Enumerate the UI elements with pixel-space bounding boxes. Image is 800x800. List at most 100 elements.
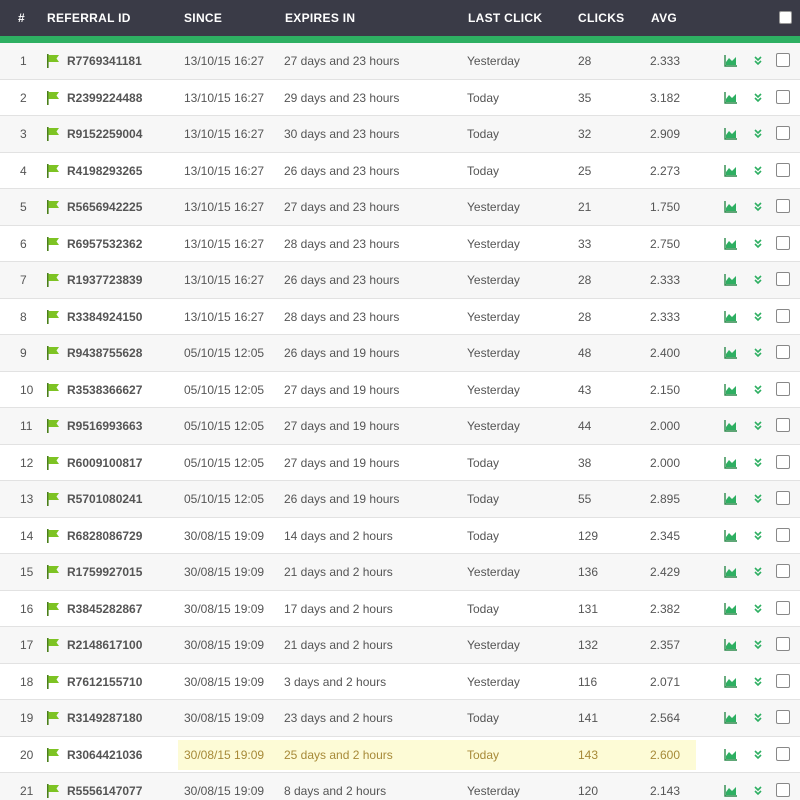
- row-checkbox[interactable]: [776, 89, 790, 104]
- flag-icon[interactable]: [46, 492, 60, 506]
- row-checkbox[interactable]: [776, 272, 790, 286]
- double-chevron-down-icon[interactable]: [752, 529, 764, 543]
- table-row[interactable]: 20 R3064421036 30/08/15 19:09 25 days an…: [0, 736, 800, 773]
- row-checkbox[interactable]: [776, 600, 790, 615]
- flag-icon[interactable]: [46, 273, 60, 287]
- area-chart-icon[interactable]: [724, 602, 738, 615]
- double-chevron-down-icon[interactable]: [752, 164, 764, 178]
- flag-icon[interactable]: [46, 747, 60, 762]
- row-checkbox[interactable]: [776, 53, 790, 67]
- table-row[interactable]: 12 R6009100817 05/10/15 12:05 27 days an…: [0, 444, 800, 481]
- area-chart-icon[interactable]: [724, 237, 738, 250]
- flag-icon[interactable]: [46, 711, 60, 725]
- table-row[interactable]: 11 R9516993663 05/10/15 12:05 27 days an…: [0, 408, 800, 445]
- row-checkbox[interactable]: [776, 710, 790, 724]
- flag-icon[interactable]: [46, 528, 60, 543]
- flag-icon[interactable]: [46, 455, 60, 470]
- area-chart-icon[interactable]: [724, 420, 738, 432]
- table-row[interactable]: 15 R1759927015 30/08/15 19:09 21 days an…: [0, 554, 800, 591]
- row-checkbox[interactable]: [776, 308, 790, 323]
- flag-icon[interactable]: [46, 90, 60, 105]
- table-row[interactable]: 17 R2148617100 30/08/15 19:09 21 days an…: [0, 627, 800, 664]
- double-chevron-down-icon[interactable]: [752, 784, 764, 798]
- row-checkbox[interactable]: [776, 491, 790, 505]
- area-chart-icon[interactable]: [724, 675, 738, 688]
- double-chevron-down-icon[interactable]: [752, 200, 764, 214]
- area-chart-icon[interactable]: [724, 566, 738, 578]
- double-chevron-down-icon[interactable]: [752, 419, 764, 433]
- flag-icon[interactable]: [46, 200, 60, 214]
- row-checkbox[interactable]: [776, 381, 790, 396]
- table-row[interactable]: 9 R9438755628 05/10/15 12:05 26 days and…: [0, 335, 800, 372]
- area-chart-icon[interactable]: [724, 383, 738, 396]
- double-chevron-down-icon[interactable]: [752, 237, 764, 251]
- double-chevron-down-icon[interactable]: [752, 492, 764, 506]
- double-chevron-down-icon[interactable]: [752, 383, 764, 397]
- area-chart-icon[interactable]: [724, 456, 738, 469]
- table-row[interactable]: 5 R5656942225 13/10/15 16:27 27 days and…: [0, 189, 800, 226]
- select-all-checkbox[interactable]: [779, 11, 792, 24]
- row-checkbox[interactable]: [776, 235, 790, 250]
- row-checkbox[interactable]: [776, 783, 790, 797]
- table-row[interactable]: 2 R2399224488 13/10/15 16:27 29 days and…: [0, 79, 800, 116]
- table-row[interactable]: 21 R5556147077 30/08/15 19:09 8 days and…: [0, 773, 800, 800]
- table-row[interactable]: 16 R3845282867 30/08/15 19:09 17 days an…: [0, 590, 800, 627]
- flag-icon[interactable]: [46, 163, 60, 178]
- area-chart-icon[interactable]: [724, 785, 738, 797]
- flag-icon[interactable]: [46, 54, 60, 68]
- col-header-num[interactable]: #: [18, 11, 25, 25]
- row-checkbox[interactable]: [776, 527, 790, 542]
- area-chart-icon[interactable]: [724, 55, 738, 67]
- area-chart-icon[interactable]: [724, 91, 738, 104]
- row-checkbox[interactable]: [776, 746, 790, 761]
- flag-icon[interactable]: [46, 565, 60, 579]
- table-row[interactable]: 6 R6957532362 13/10/15 16:27 28 days and…: [0, 225, 800, 262]
- double-chevron-down-icon[interactable]: [752, 602, 764, 616]
- double-chevron-down-icon[interactable]: [752, 711, 764, 725]
- flag-icon[interactable]: [46, 127, 60, 141]
- area-chart-icon[interactable]: [724, 274, 738, 286]
- table-row[interactable]: 13 R5701080241 05/10/15 12:05 26 days an…: [0, 481, 800, 518]
- row-checkbox[interactable]: [776, 637, 790, 651]
- area-chart-icon[interactable]: [724, 639, 738, 651]
- double-chevron-down-icon[interactable]: [752, 638, 764, 652]
- double-chevron-down-icon[interactable]: [752, 310, 764, 324]
- area-chart-icon[interactable]: [724, 712, 738, 724]
- row-checkbox[interactable]: [776, 345, 790, 359]
- table-row[interactable]: 1 R7769341181 13/10/15 16:27 27 days and…: [0, 43, 800, 80]
- col-header-expires-in[interactable]: EXPIRES IN: [285, 11, 355, 25]
- flag-icon[interactable]: [46, 638, 60, 652]
- flag-icon[interactable]: [46, 601, 60, 616]
- col-header-avg[interactable]: AVG: [651, 11, 677, 25]
- area-chart-icon[interactable]: [724, 164, 738, 177]
- table-row[interactable]: 3 R9152259004 13/10/15 16:27 30 days and…: [0, 116, 800, 153]
- double-chevron-down-icon[interactable]: [752, 565, 764, 579]
- area-chart-icon[interactable]: [724, 529, 738, 542]
- table-row[interactable]: 7 R1937723839 13/10/15 16:27 26 days and…: [0, 262, 800, 299]
- row-checkbox[interactable]: [776, 126, 790, 140]
- flag-icon[interactable]: [46, 346, 60, 360]
- double-chevron-down-icon[interactable]: [752, 91, 764, 105]
- col-header-referral-id[interactable]: REFERRAL ID: [47, 11, 131, 25]
- table-row[interactable]: 19 R3149287180 30/08/15 19:09 23 days an…: [0, 700, 800, 737]
- double-chevron-down-icon[interactable]: [752, 127, 764, 141]
- col-header-clicks[interactable]: CLICKS: [578, 11, 624, 25]
- table-row[interactable]: 8 R3384924150 13/10/15 16:27 28 days and…: [0, 298, 800, 335]
- row-checkbox[interactable]: [776, 199, 790, 213]
- table-row[interactable]: 14 R6828086729 30/08/15 19:09 14 days an…: [0, 517, 800, 554]
- area-chart-icon[interactable]: [724, 128, 738, 140]
- col-header-since[interactable]: SINCE: [184, 11, 222, 25]
- double-chevron-down-icon[interactable]: [752, 346, 764, 360]
- row-checkbox[interactable]: [776, 418, 790, 432]
- double-chevron-down-icon[interactable]: [752, 54, 764, 68]
- double-chevron-down-icon[interactable]: [752, 273, 764, 287]
- row-checkbox[interactable]: [776, 564, 790, 578]
- row-checkbox[interactable]: [776, 673, 790, 688]
- row-checkbox[interactable]: [776, 162, 790, 177]
- row-checkbox[interactable]: [776, 454, 790, 469]
- area-chart-icon[interactable]: [724, 310, 738, 323]
- area-chart-icon[interactable]: [724, 748, 738, 761]
- area-chart-icon[interactable]: [724, 347, 738, 359]
- double-chevron-down-icon[interactable]: [752, 748, 764, 762]
- table-row[interactable]: 4 R4198293265 13/10/15 16:27 26 days and…: [0, 152, 800, 189]
